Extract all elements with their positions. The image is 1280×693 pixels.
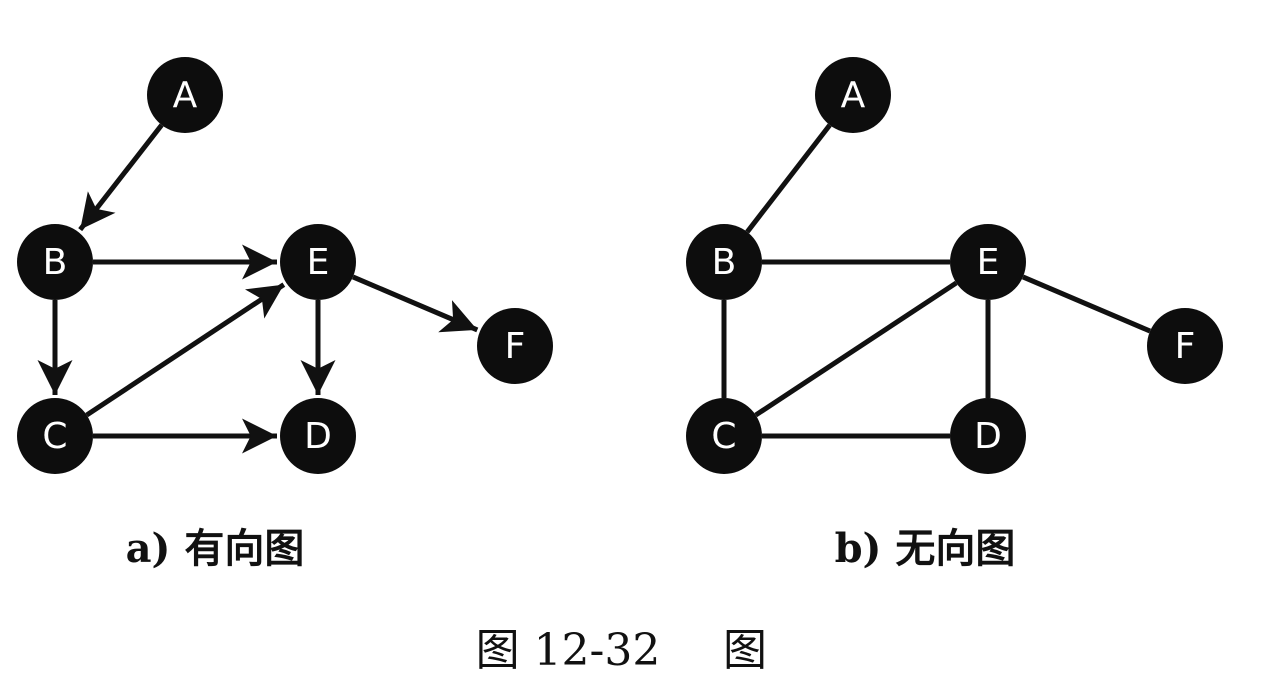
undirected-graph: A B C D E F b) 无向图 (686, 57, 1223, 572)
undirected-node-label-e: E (977, 242, 1000, 283)
directed-node-label-a: A (173, 75, 198, 116)
figure-caption-title: 图 (723, 625, 767, 676)
directed-edge-e-f (351, 274, 479, 333)
directed-node-c: C (17, 398, 93, 474)
figure-caption-number: 图 12-32 (476, 625, 661, 676)
directed-node-label-d: D (304, 416, 332, 457)
directed-node-f: F (477, 308, 553, 384)
undirected-node-f: F (1147, 308, 1223, 384)
directed-node-label-f: F (505, 326, 526, 367)
undirected-node-c: C (686, 398, 762, 474)
graph-figure: A B C D E F a) 有向图 A B C D E F b) 无向图 图 12-32 图 (17, 57, 1223, 676)
undirected-edge-a-b (745, 123, 832, 234)
undirected-graph-subcaption: b) 无向图 (835, 525, 1016, 572)
undirected-node-d: D (950, 398, 1026, 474)
directed-node-label-c: C (42, 416, 67, 457)
directed-node-label-e: E (307, 242, 330, 283)
undirected-node-label-b: B (712, 242, 737, 283)
undirected-node-label-a: A (841, 75, 866, 116)
undirected-node-label-c: C (711, 416, 736, 457)
directed-graph-subcaption: a) 有向图 (126, 525, 305, 572)
directed-edge-c-e (85, 282, 286, 418)
directed-node-e: E (280, 224, 356, 300)
undirected-node-label-d: D (974, 416, 1002, 457)
undirected-node-e: E (950, 224, 1026, 300)
undirected-graph-edges (721, 123, 1152, 439)
directed-graph-edges (37, 123, 479, 454)
directed-node-b: B (17, 224, 93, 300)
directed-node-a: A (147, 57, 223, 133)
directed-node-d: D (280, 398, 356, 474)
directed-graph-nodes: A B C D E F (17, 57, 553, 474)
undirected-node-a: A (815, 57, 891, 133)
figure-caption: 图 12-32 图 (476, 625, 767, 676)
undirected-node-b: B (686, 224, 762, 300)
directed-node-label-b: B (43, 242, 68, 283)
undirected-node-label-f: F (1175, 326, 1196, 367)
directed-graph: A B C D E F a) 有向图 (17, 57, 553, 572)
undirected-graph-nodes: A B C D E F (686, 57, 1223, 474)
undirected-edge-c-e (754, 280, 958, 418)
directed-edge-a-b (78, 123, 164, 232)
undirected-edge-e-f (1021, 274, 1152, 334)
